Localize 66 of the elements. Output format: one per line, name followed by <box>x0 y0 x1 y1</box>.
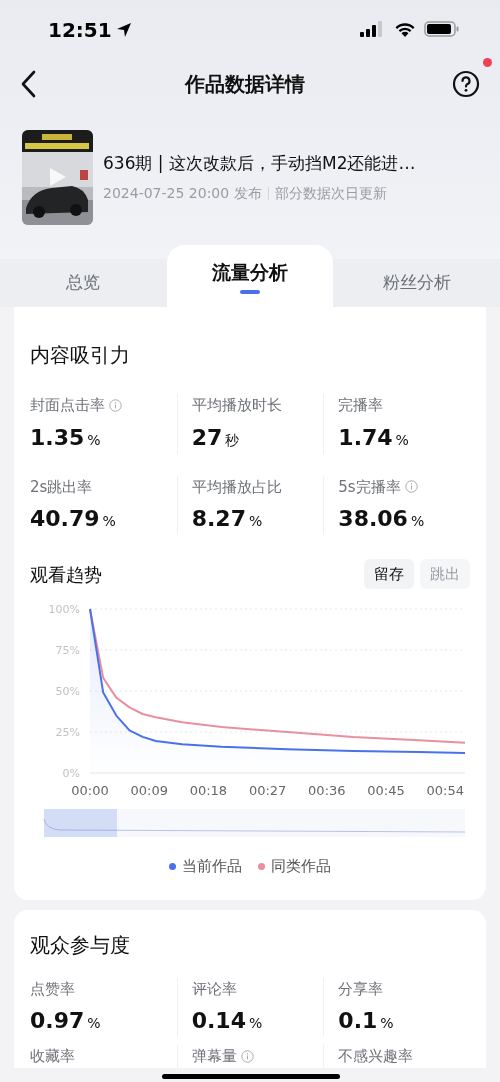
metric-value: 1.74 <box>338 423 393 452</box>
legend-label: 当前作品 <box>182 856 242 877</box>
axis-label: 00:27 <box>248 783 287 798</box>
metric-unit: % <box>102 512 116 531</box>
tab[interactable]: 粉丝分析 <box>333 259 500 307</box>
publish-time: 2024-07-25 20:00 发布 <box>103 183 262 203</box>
wifi-icon <box>394 20 416 38</box>
metric-label: 分享率 <box>338 978 384 1000</box>
axis-label: 00:00 <box>71 783 109 798</box>
axis-label: 00:45 <box>367 783 405 798</box>
toggle-button[interactable]: 留存 <box>364 559 414 589</box>
legend-label: 同类作品 <box>271 856 331 877</box>
metric-value: 27 <box>191 423 223 452</box>
metric-unit: % <box>248 512 263 531</box>
metric-label: 评论率 <box>191 978 237 1000</box>
axis-label: 00:09 <box>130 783 168 798</box>
battery-icon <box>424 20 460 38</box>
help-icon[interactable] <box>452 70 480 98</box>
metric-unit: 秒 <box>225 430 240 450</box>
section-title: 观看趋势 <box>30 562 102 587</box>
metric-unit: % <box>395 430 409 450</box>
axis-label: 00:36 <box>308 783 346 798</box>
metric-label: 不感兴趣率 <box>338 1046 414 1067</box>
metric-value: 8.27 <box>191 505 246 533</box>
metric-label: 点赞率 <box>30 978 75 1000</box>
status-time: 12:51 <box>48 17 112 44</box>
axis-label: 50% <box>55 685 80 698</box>
metric-value: 0.97 <box>30 1007 85 1035</box>
metric-value: 0.1 <box>338 1007 378 1035</box>
axis-label: 00:54 <box>426 783 464 798</box>
metric-unit: % <box>248 1014 263 1033</box>
page-title: 作品数据详情 <box>185 71 305 98</box>
metric-value: 1.35 <box>30 423 85 452</box>
metric-unit: % <box>87 1014 101 1033</box>
info-icon[interactable] <box>109 398 122 412</box>
info-icon[interactable] <box>404 480 418 494</box>
location-icon <box>115 22 132 38</box>
tab[interactable]: 流量分析 <box>166 245 334 307</box>
section-title: 内容吸引力 <box>30 342 131 369</box>
section-title: 观众参与度 <box>30 931 131 959</box>
metric-label: 平均播放占比 <box>191 476 282 498</box>
info-icon[interactable] <box>240 1049 254 1063</box>
metric-label: 收藏率 <box>30 1046 75 1067</box>
metric-value: 38.06 <box>338 505 408 533</box>
metric-label: 5s完播率 <box>338 476 401 498</box>
toggle-button[interactable]: 跳出 <box>420 559 470 589</box>
metric-unit: % <box>410 512 425 531</box>
metric-label: 2s跳出率 <box>30 476 93 498</box>
axis-label: 25% <box>55 726 80 739</box>
update-note: 部分数据次日更新 <box>274 183 387 203</box>
back-icon[interactable] <box>20 70 38 98</box>
video-title: 636期 | 这次改款后，手动挡M2还能进… <box>103 152 416 176</box>
tab[interactable]: 总览 <box>0 259 167 307</box>
play-icon[interactable] <box>48 166 68 188</box>
metric-value: 40.79 <box>30 505 100 533</box>
metric-value: 0.14 <box>191 1007 246 1035</box>
metric-label: 完播率 <box>338 395 384 416</box>
metric-unit: % <box>87 430 101 450</box>
metric-unit: % <box>380 1014 394 1033</box>
metric-label: 平均播放时长 <box>191 395 282 416</box>
axis-label: 100% <box>48 603 80 616</box>
metric-label: 弹幕量 <box>191 1046 237 1067</box>
metric-label: 封面点击率 <box>30 395 105 416</box>
axis-label: 0% <box>62 767 80 780</box>
axis-label: 00:18 <box>189 783 228 798</box>
axis-label: 75% <box>55 644 80 657</box>
